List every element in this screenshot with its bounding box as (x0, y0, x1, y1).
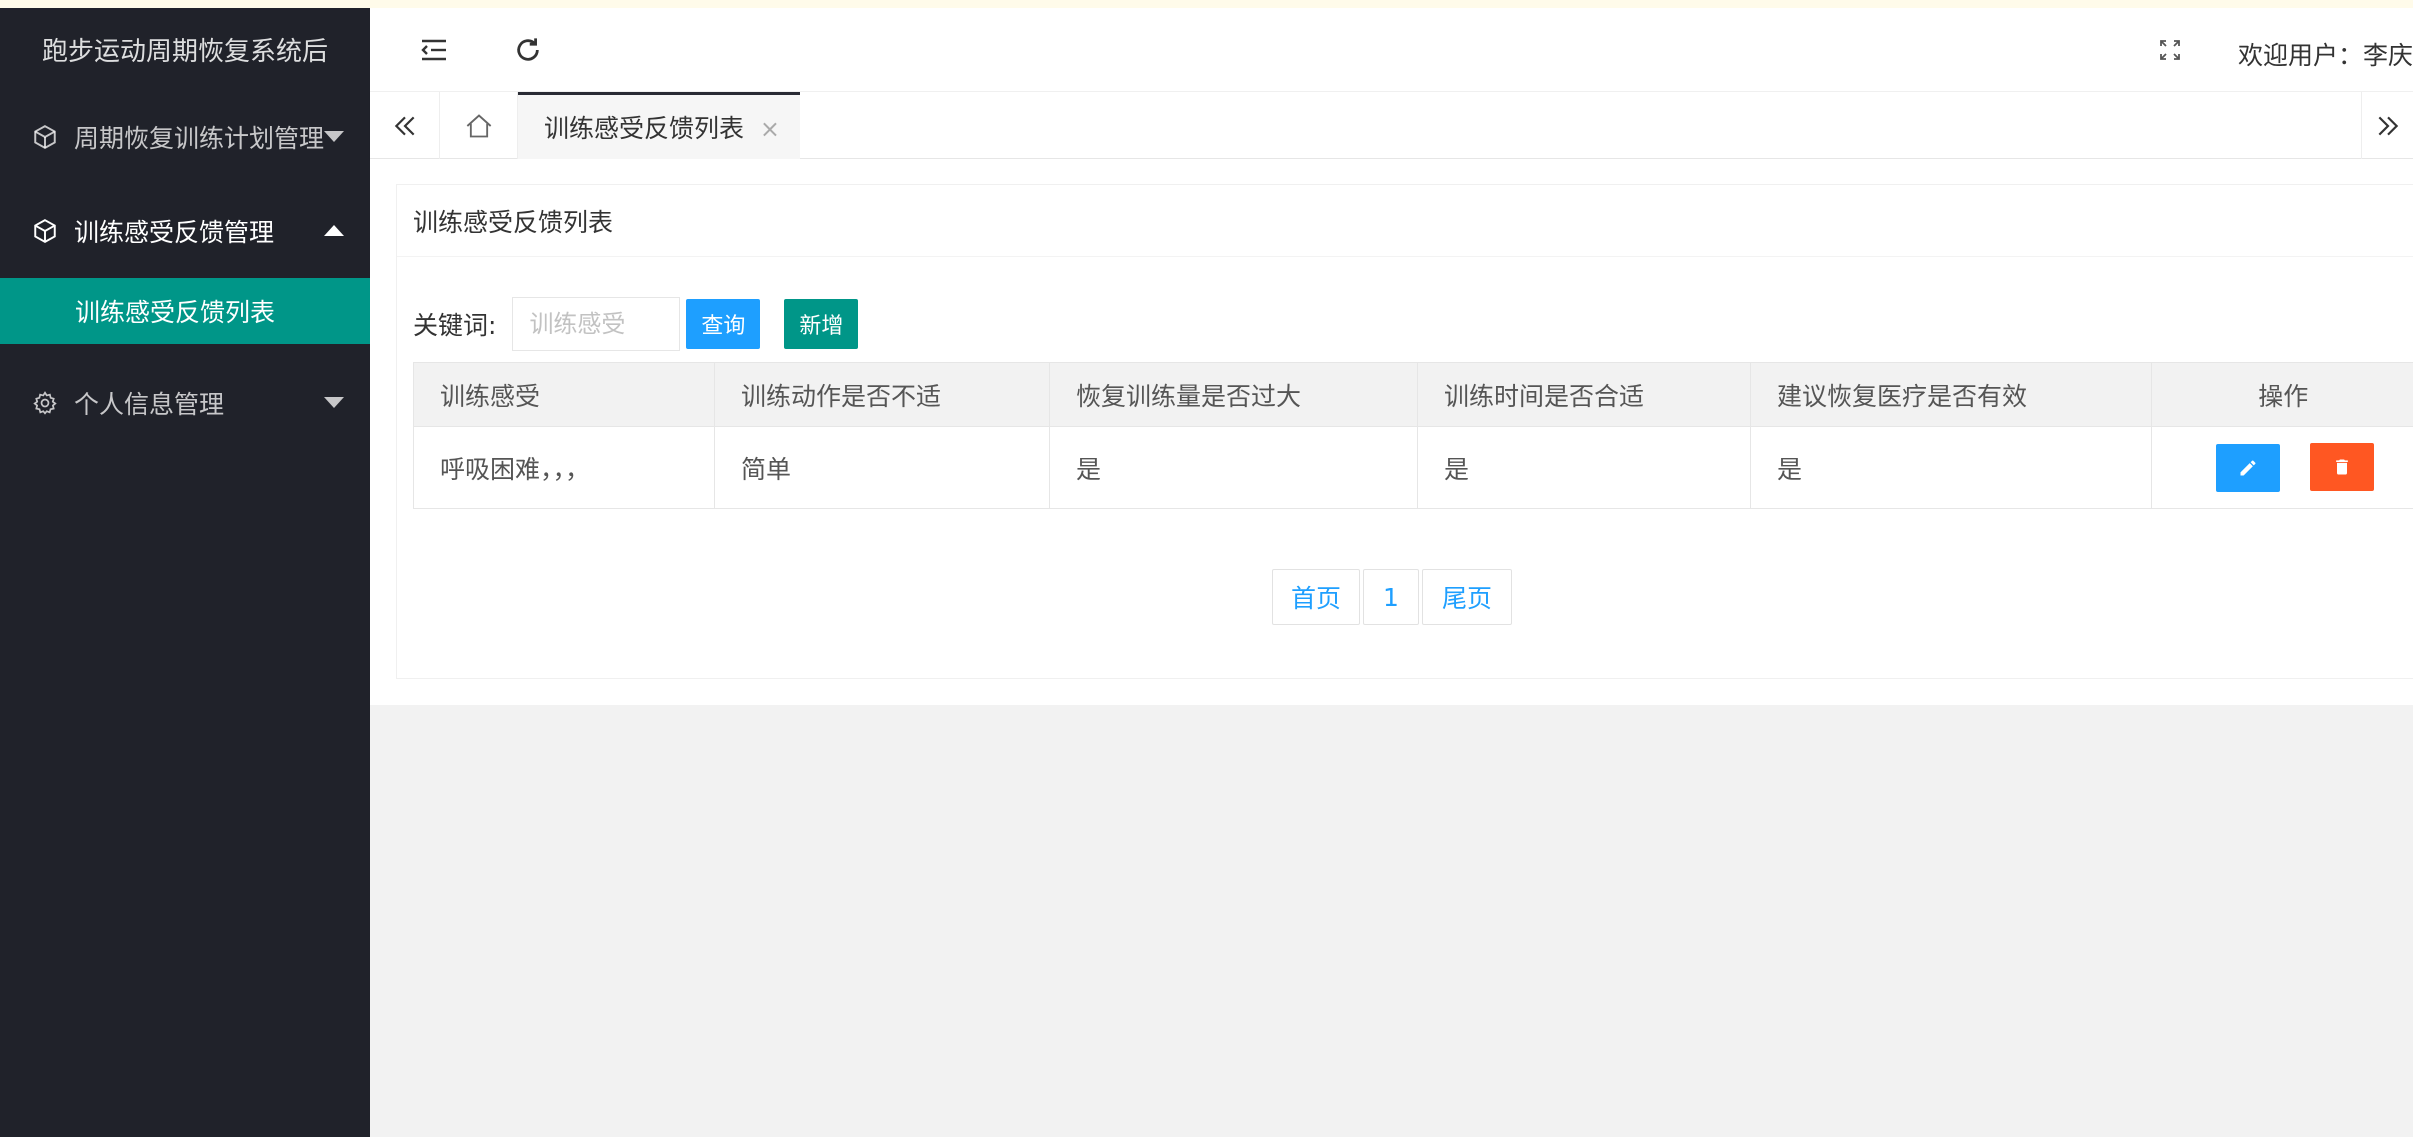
app-logo-title: 跑步运动周期恢复系统后 (41, 36, 328, 67)
tab-feedback-list[interactable]: 训练感受反馈列表 × (518, 92, 800, 159)
table-header-row: 训练感受 训练动作是否不适 恢复训练量是否过大 训练时间是否合适 建议恢复医疗是… (413, 362, 2413, 427)
feedback-table: 训练感受 训练动作是否不适 恢复训练量是否过大 训练时间是否合适 建议恢复医疗是… (413, 362, 2413, 509)
gear-icon (32, 390, 58, 416)
content-area: 训练感受反馈列表 关键词: 查询 新增 训练感受 训练动作是否不适 恢复训练量是… (370, 159, 2413, 1137)
column-header: 恢复训练量是否过大 (1049, 362, 1418, 427)
sidebar-item-feedback-management[interactable]: 训练感受反馈管理 (0, 184, 370, 278)
list-card: 训练感受反馈列表 关键词: 查询 新增 训练感受 训练动作是否不适 恢复训练量是… (396, 184, 2413, 679)
table-cell: 简单 (714, 426, 1050, 509)
sidebar-item-plan-management[interactable]: 周期恢复训练计划管理 (0, 90, 370, 184)
last-page-button[interactable]: 尾页 (1422, 569, 1512, 625)
tabs-scroll-right-icon[interactable] (2361, 92, 2413, 159)
search-bar: 关键词: 查询 新增 (413, 297, 859, 351)
edit-button[interactable] (2216, 444, 2280, 492)
refresh-icon[interactable] (510, 32, 546, 68)
welcome-user-text[interactable]: 欢迎用户：李庆 (2238, 36, 2413, 72)
tab-label: 训练感受反馈列表 (544, 114, 745, 143)
home-icon[interactable] (440, 92, 518, 159)
delete-button[interactable] (2309, 443, 2374, 491)
table-cell: 呼吸困难，，， (413, 426, 715, 509)
table-cell: 是 (1750, 426, 2152, 509)
sidebar: 跑步运动周期恢复系统后 周期恢复训练计划管理 训练感受反馈管理 训练感受反馈列表 (0, 8, 370, 1137)
sidebar-subitem-label: 训练感受反馈列表 (75, 298, 276, 327)
chevron-up-icon (324, 225, 344, 236)
chevron-down-icon (324, 131, 344, 142)
cube-icon (32, 124, 58, 150)
keyword-search-input[interactable] (512, 297, 681, 351)
table-cell: 是 (1049, 426, 1418, 509)
chevron-down-icon (324, 397, 344, 408)
column-header: 训练感受 (413, 362, 715, 427)
column-header: 建议恢复医疗是否有效 (1750, 362, 2152, 427)
table-cell: 是 (1417, 426, 1751, 509)
query-button[interactable]: 查询 (686, 299, 761, 349)
sidebar-item-label: 个人信息管理 (74, 390, 225, 419)
column-header: 训练时间是否合适 (1417, 362, 1751, 427)
close-icon[interactable]: × (760, 115, 780, 143)
table-actions-cell (2151, 426, 2413, 509)
tabs-bar: 训练感受反馈列表 × (370, 92, 2413, 159)
cube-icon (32, 218, 58, 244)
sidebar-item-profile-management[interactable]: 个人信息管理 (0, 356, 370, 450)
fullscreen-icon[interactable] (2152, 32, 2188, 68)
card-title: 训练感受反馈列表 (397, 185, 2413, 257)
trash-icon (2336, 459, 2348, 475)
sidebar-item-label: 训练感受反馈管理 (74, 218, 275, 247)
pencil-icon (2240, 460, 2256, 476)
top-header: 欢迎用户：李庆 (370, 8, 2413, 92)
sidebar-subitem-feedback-list[interactable]: 训练感受反馈列表 (0, 278, 370, 344)
column-header: 训练动作是否不适 (714, 362, 1050, 427)
tabs-scroll-left-icon[interactable] (370, 92, 440, 159)
column-header-actions: 操作 (2151, 362, 2413, 427)
page-number-button[interactable]: 1 (1363, 569, 1419, 625)
keyword-label: 关键词: (413, 311, 497, 340)
first-page-button[interactable]: 首页 (1272, 569, 1360, 625)
pagination: 首页 1 尾页 (397, 569, 2413, 625)
menu-fold-icon[interactable] (416, 32, 452, 68)
table-row: 呼吸困难，，， 简单 是 是 是 (413, 426, 2413, 509)
top-notice-strip (0, 0, 2413, 8)
add-button[interactable]: 新增 (784, 299, 859, 349)
sidebar-item-label: 周期恢复训练计划管理 (74, 124, 325, 153)
